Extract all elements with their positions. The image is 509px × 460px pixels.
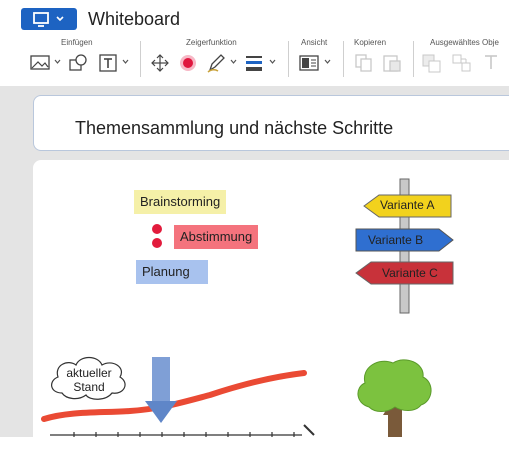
ribbon-separator	[140, 41, 141, 77]
ribbon-separator	[288, 41, 289, 77]
laser-pointer-icon[interactable]	[177, 53, 199, 73]
ribbon-separator	[343, 41, 344, 77]
note-bullets	[152, 224, 162, 248]
down-arrow-icon[interactable]	[145, 357, 179, 425]
move-icon[interactable]	[149, 53, 171, 73]
group-label-ausgewaehltes-objekt: Ausgewähltes Obje	[430, 38, 499, 47]
view-icon[interactable]	[298, 53, 320, 73]
group-label-ansicht: Ansicht	[301, 38, 328, 47]
bring-forward-icon[interactable]	[421, 53, 443, 73]
note-abstimmung[interactable]: Abstimmung	[174, 225, 258, 249]
note-planung[interactable]: Planung	[136, 260, 208, 284]
copy-icon[interactable]	[353, 53, 375, 73]
timeline-arrow-icon	[303, 424, 315, 436]
group-label-zeigerfunktion: Zeigerfunktion	[186, 38, 237, 47]
signpost-label-c: Variante C	[382, 266, 438, 280]
chevron-down-icon[interactable]	[269, 58, 276, 65]
line-style-icon[interactable]	[244, 53, 266, 73]
shapes-icon[interactable]	[67, 53, 89, 73]
group-label-kopieren: Kopieren	[354, 38, 387, 47]
progress-curve-drawing[interactable]	[40, 355, 320, 437]
ribbon-separator	[413, 41, 414, 77]
paste-icon[interactable]	[381, 53, 403, 73]
app-title: Whiteboard	[88, 9, 181, 29]
note-brainstorming[interactable]: Brainstorming	[134, 190, 227, 214]
app-menu-button[interactable]	[21, 8, 77, 30]
tree-drawing[interactable]	[355, 355, 435, 437]
text-icon[interactable]	[98, 53, 120, 73]
image-icon[interactable]	[29, 53, 51, 73]
chevron-down-icon[interactable]	[230, 58, 237, 65]
group-icon[interactable]	[451, 53, 473, 73]
signpost-label-b: Variante B	[368, 233, 424, 247]
chevron-down-icon[interactable]	[54, 58, 61, 65]
group-label-einfuegen: Einfügen	[61, 38, 93, 47]
signpost-label-a: Variante A	[380, 198, 435, 212]
monitor-icon	[33, 12, 64, 27]
chevron-down-icon[interactable]	[122, 58, 129, 65]
text-format-icon[interactable]	[481, 53, 503, 73]
chevron-down-icon[interactable]	[324, 58, 331, 65]
board-title: Themensammlung und nächste Schritte	[75, 118, 394, 138]
pen-icon[interactable]	[205, 53, 227, 73]
